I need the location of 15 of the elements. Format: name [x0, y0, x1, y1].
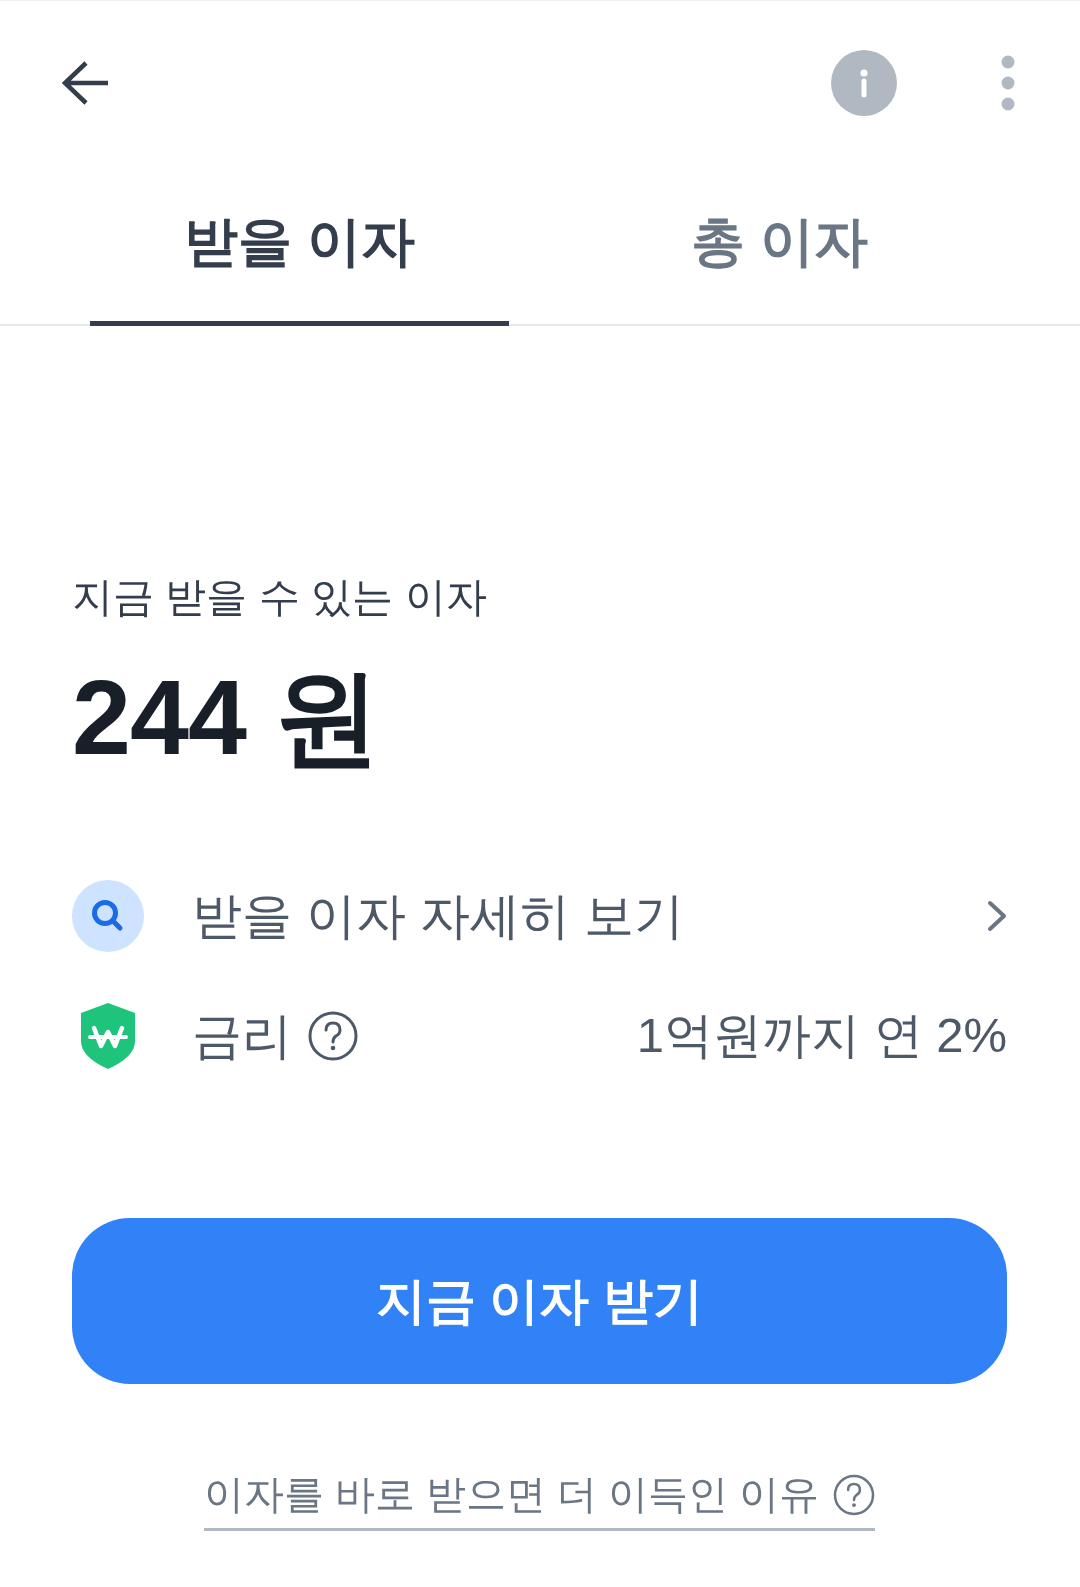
claim-interest-button[interactable]: 지금 이자 받기: [72, 1218, 1007, 1384]
help-icon: [833, 1473, 876, 1516]
details-link[interactable]: 받을 이자 자세히 보기: [72, 856, 1007, 976]
tab[interactable]: 받을 이자: [90, 164, 509, 326]
chevron-right-icon: [987, 900, 1007, 932]
rate-label: 금리: [192, 1006, 292, 1066]
shield-icon: [78, 1001, 138, 1071]
search-icon: [72, 880, 144, 952]
rate-value: 1억원까지 연 2%: [636, 1007, 1007, 1064]
help-link[interactable]: 이자를 바로 받으면 더 이득인 이유: [203, 1467, 876, 1531]
interest-label: 지금 받을 수 있는 이자: [72, 573, 488, 622]
tab[interactable]: 총 이자: [570, 164, 989, 326]
help-icon[interactable]: [308, 1011, 358, 1061]
back-icon[interactable]: [61, 59, 109, 106]
interest-amount: 244 원: [72, 657, 381, 778]
